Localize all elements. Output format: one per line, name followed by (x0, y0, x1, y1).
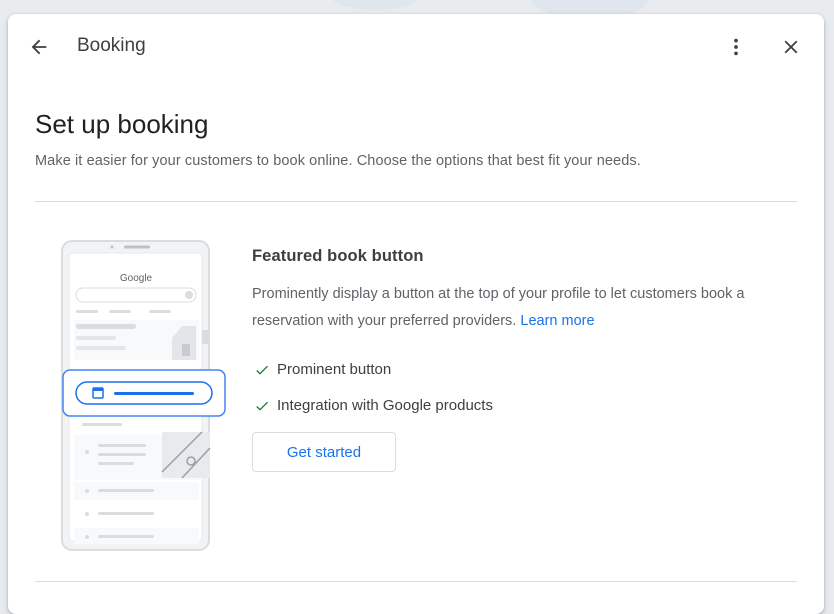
page-title: Set up booking (35, 109, 209, 139)
more-options-button[interactable] (718, 29, 754, 65)
feature-label: Integration with Google products (277, 397, 493, 414)
close-icon (784, 40, 798, 54)
check-icon (256, 365, 268, 375)
bottom-divider (35, 581, 797, 582)
learn-more-link[interactable]: Learn more (520, 313, 594, 329)
check-icon (256, 401, 268, 411)
booking-dialog: Booking Set up booking Make it easier fo… (8, 14, 824, 614)
dialog-top-bar: Booking (8, 14, 824, 78)
page-subtitle: Make it easier for your customers to boo… (35, 153, 641, 169)
feature-label: Prominent button (277, 361, 392, 378)
card-description-text: Prominently display a button at the top … (252, 286, 745, 329)
phone-illustration: Google (54, 240, 234, 552)
feature-item: Integration with Google products (254, 397, 493, 414)
card-title: Featured book button (252, 247, 424, 265)
more-vert-icon (734, 38, 738, 56)
arrow-back-icon (31, 39, 47, 55)
card-description: Prominently display a button at the top … (252, 281, 792, 335)
feature-item: Prominent button (254, 361, 391, 378)
illustration-google-logo: Google (120, 273, 153, 284)
top-divider (35, 201, 797, 202)
close-button[interactable] (773, 29, 809, 65)
back-button[interactable] (21, 29, 57, 65)
get-started-button[interactable]: Get started (252, 432, 396, 472)
dialog-title: Booking (77, 35, 146, 56)
